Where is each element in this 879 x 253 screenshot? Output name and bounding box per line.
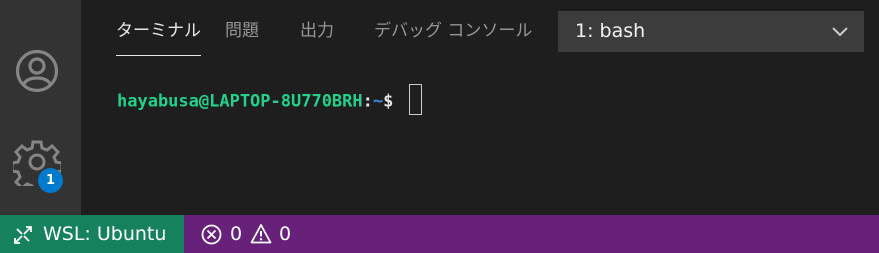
account-icon[interactable] — [15, 49, 59, 93]
tab-problems[interactable]: 問題 — [225, 18, 259, 56]
tab-output[interactable]: 出力 — [300, 18, 334, 56]
terminal-prompt[interactable]: hayabusa@LAPTOP-8U770BRH:~$ — [117, 84, 423, 115]
settings-badge: 1 — [38, 168, 63, 193]
terminal-select-value: 1: bash — [575, 20, 646, 42]
activity-bar: 1 — [0, 0, 81, 215]
chevron-down-icon — [832, 27, 848, 37]
prompt-colon: : — [362, 91, 373, 112]
remote-indicator[interactable]: WSL: Ubuntu — [0, 215, 184, 253]
error-icon — [201, 224, 222, 245]
prompt-dollar: $ — [383, 91, 394, 112]
remote-icon — [14, 226, 32, 244]
status-bar: WSL: Ubuntu 0 0 — [0, 215, 879, 253]
panel: ターミナル 問題 出力 デバッグ コンソール 1: bash hayabusa@… — [81, 0, 879, 215]
error-count: 0 — [230, 223, 243, 245]
warning-count: 0 — [279, 223, 292, 245]
remote-label: WSL: Ubuntu — [43, 223, 167, 245]
prompt-user-host: hayabusa@LAPTOP-8U770BRH — [117, 91, 363, 112]
terminal-select[interactable]: 1: bash — [558, 11, 864, 52]
tab-terminal[interactable]: ターミナル — [116, 18, 201, 56]
prompt-path: ~ — [372, 91, 384, 112]
warning-icon — [250, 224, 272, 244]
manage-button[interactable]: 1 — [13, 138, 65, 194]
terminal-cursor — [409, 84, 423, 115]
problems-indicator[interactable]: 0 0 — [200, 215, 300, 253]
tab-debug-console[interactable]: デバッグ コンソール — [374, 18, 532, 56]
vscode-window: 1 ターミナル 問題 出力 デバッグ コンソール 1: bash hayabus… — [0, 0, 879, 253]
